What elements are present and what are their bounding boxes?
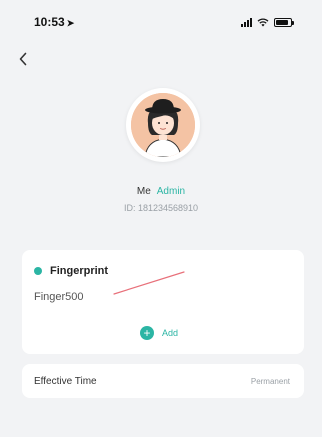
battery-fill [276, 19, 288, 25]
fingerprint-title-text: Fingerprint [50, 265, 109, 277]
effective-time-value: Permanent [250, 376, 290, 386]
back-button[interactable] [12, 48, 34, 70]
add-fingerprint-button[interactable]: + Add [140, 326, 178, 340]
effective-time-row[interactable]: Effective Time Permanent [22, 364, 304, 398]
effective-time-label: Effective Time [34, 375, 97, 387]
status-icons [241, 17, 294, 27]
user-name: Me [136, 186, 151, 197]
fingerprint-item[interactable]: Finger500 [34, 291, 84, 303]
fingerprint-card-title: Fingerprint [34, 265, 108, 277]
location-icon: ➤ [66, 18, 75, 28]
user-name-row: Me Admin [0, 186, 322, 197]
user-account: ID: 181234568910 [123, 203, 199, 213]
cellular-signal-icon [241, 17, 252, 27]
fingerprint-card: Fingerprint Finger500 + Add [22, 250, 304, 354]
chevron-left-icon [19, 52, 27, 66]
user-role-badge: Admin [156, 186, 186, 197]
status-bar: 10:53 ➤ [0, 0, 322, 44]
plus-icon: + [140, 326, 154, 340]
annotation-line [113, 271, 185, 295]
wifi-icon [257, 17, 269, 26]
time-text: 10:53 [34, 15, 65, 29]
user-avatar-illustration [131, 93, 195, 157]
add-label: Add [162, 328, 179, 338]
status-time: 10:53 ➤ [34, 15, 74, 29]
battery-icon [274, 17, 294, 27]
avatar [126, 88, 200, 162]
section-dot-icon [34, 267, 42, 275]
